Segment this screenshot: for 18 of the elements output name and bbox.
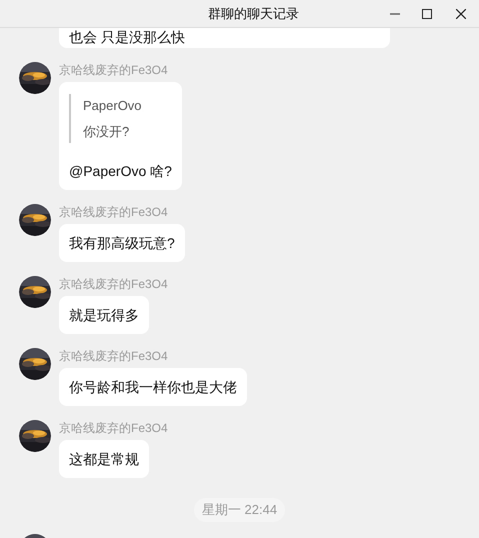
message-text: 也会 只是没那么快 — [69, 28, 186, 46]
sender-name: 京哈线废弃的Fe3O4 — [59, 276, 168, 292]
message-text: 这都是常规 — [69, 450, 139, 469]
window-title: 群聊的聊天记录 — [207, 4, 300, 23]
minimize-icon — [390, 12, 400, 14]
sender-name: 京哈线废弃的Fe3O4 — [59, 204, 168, 220]
sender-name: 京哈线废弃的Fe3O4 — [59, 420, 168, 436]
maximize-icon — [422, 8, 432, 18]
sender-name: 京哈线废弃的Fe3O4 — [59, 348, 168, 364]
timestamp: 星期一 22:44 — [194, 498, 286, 522]
quote-text: 你没开? — [83, 122, 130, 140]
message-text: 我有那高级玩意? — [69, 234, 175, 253]
message-text: 就是玩得多 — [69, 306, 139, 325]
close-icon — [456, 8, 466, 18]
message-text: @PaperOvo 啥? — [69, 162, 172, 181]
message-text: 你号龄和我一样你也是大佬 — [69, 378, 237, 397]
quote-author: PaperOvo — [83, 97, 143, 115]
sender-name: 京哈线废弃的Fe3O4 — [59, 62, 168, 78]
